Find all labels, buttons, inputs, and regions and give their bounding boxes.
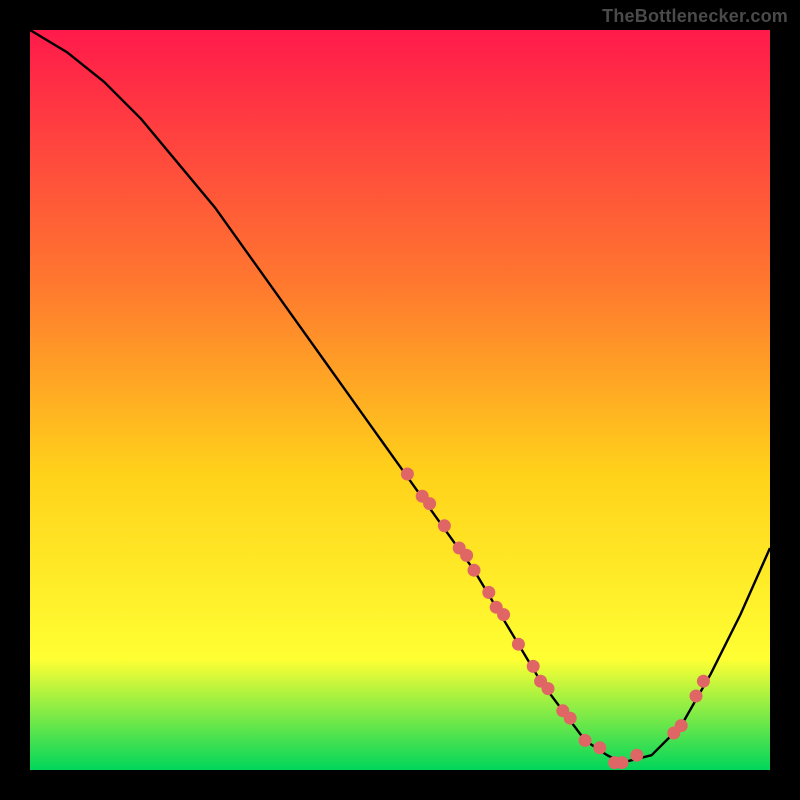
curve-dot (630, 749, 643, 762)
curve-dot (468, 564, 481, 577)
curve-dot (564, 712, 577, 725)
curve-dot (690, 690, 703, 703)
curve-dot (423, 497, 436, 510)
curve-dot (579, 734, 592, 747)
chart-plot-area (30, 30, 770, 770)
curve-dot (460, 549, 473, 562)
curve-dot (616, 756, 629, 769)
watermark-text: TheBottlenecker.com (602, 6, 788, 27)
curve-dot (542, 682, 555, 695)
bottleneck-chart (30, 30, 770, 770)
curve-dot (675, 719, 688, 732)
curve-dot (438, 519, 451, 532)
curve-dot (697, 675, 710, 688)
curve-dot (527, 660, 540, 673)
curve-dot (401, 468, 414, 481)
curve-dot (512, 638, 525, 651)
curve-dot (593, 741, 606, 754)
image-frame: TheBottlenecker.com (0, 0, 800, 800)
curve-dot (482, 586, 495, 599)
curve-dot (497, 608, 510, 621)
gradient-background (30, 30, 770, 770)
